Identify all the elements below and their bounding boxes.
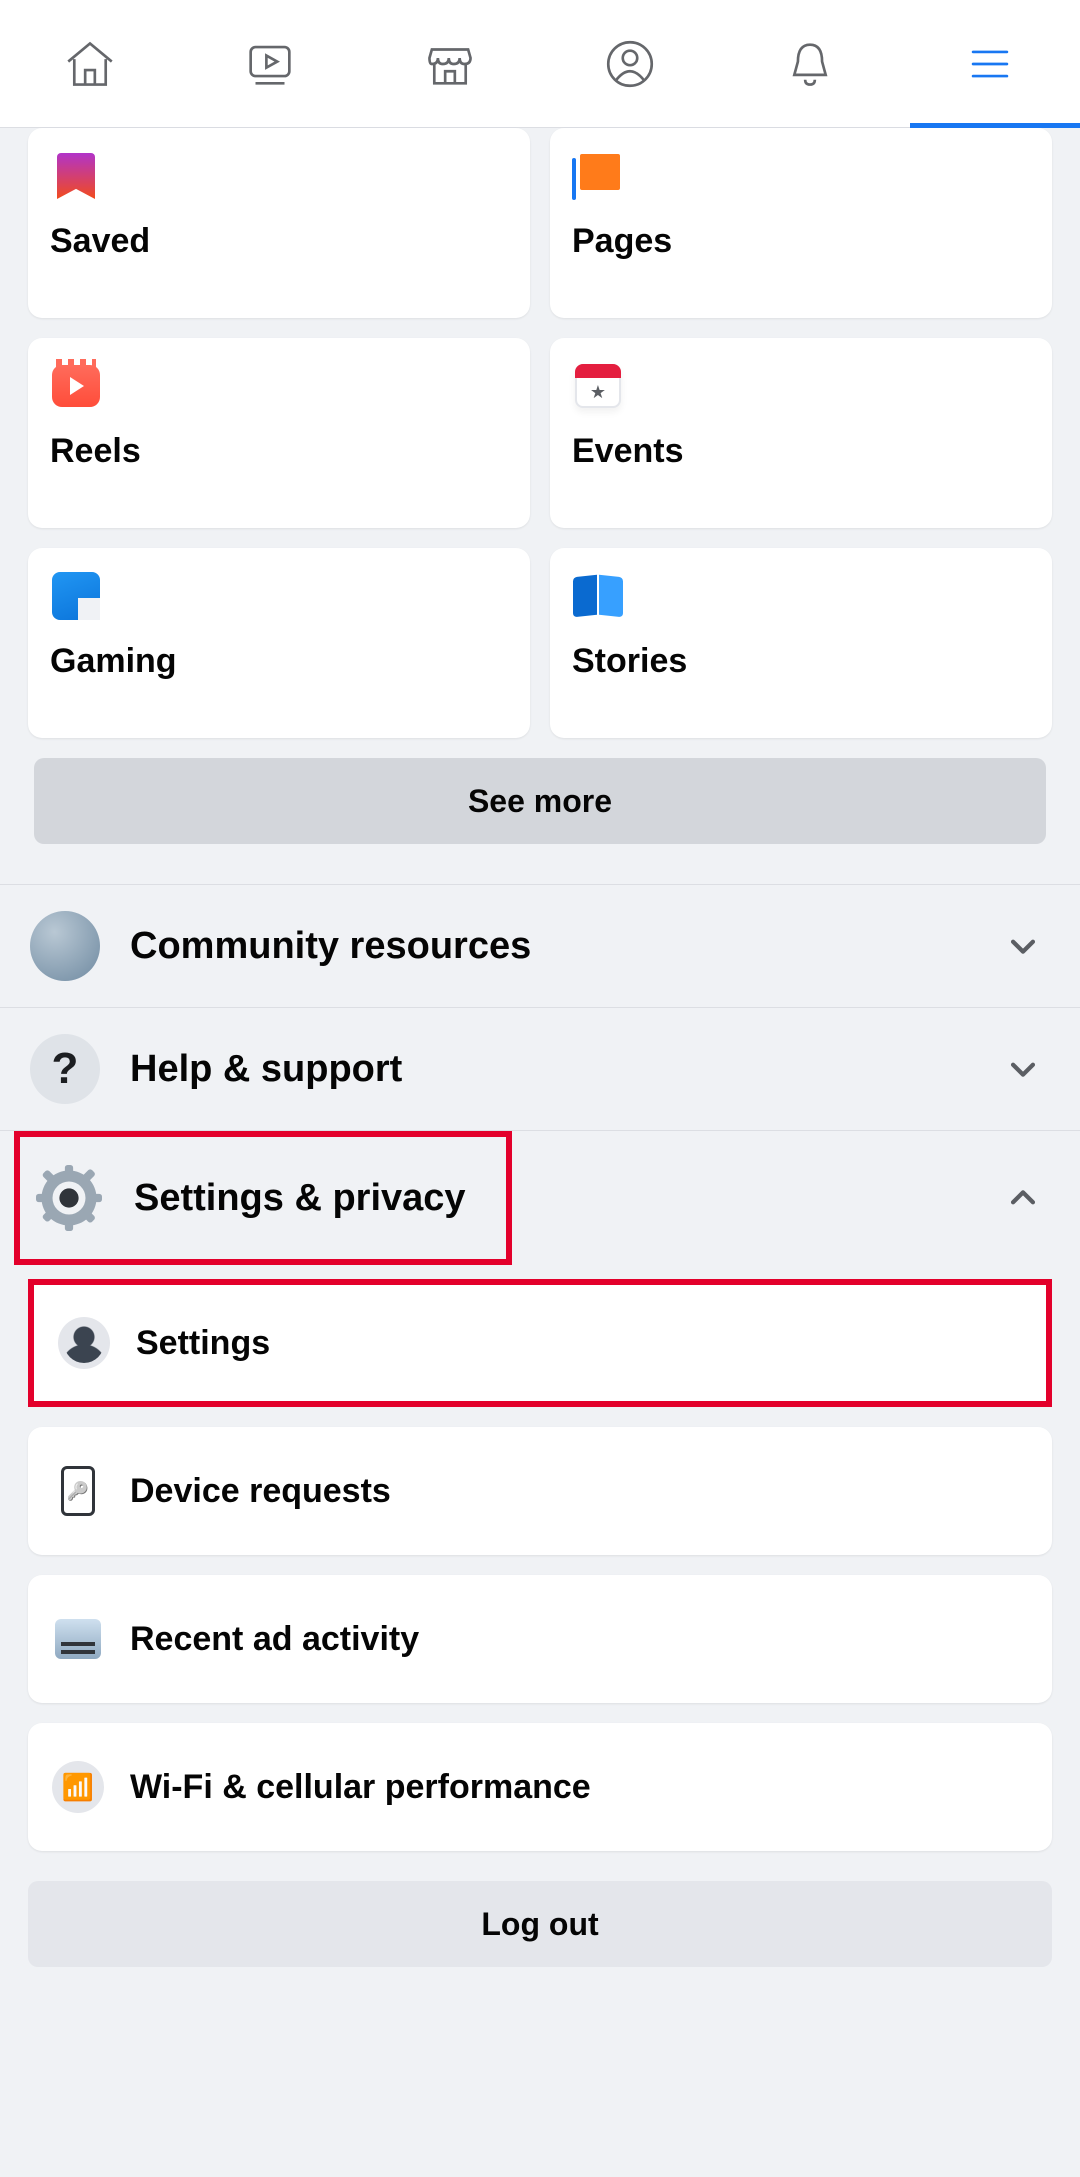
wifi-icon [52,1761,104,1813]
subitem-wifi-performance[interactable]: Wi-Fi & cellular performance [28,1723,1052,1851]
shortcut-label: Reels [50,432,508,471]
gear-icon [34,1163,104,1233]
section-header-help[interactable]: ? Help & support [0,1008,1080,1130]
shortcut-label: Stories [572,642,1030,681]
shortcut-pages[interactable]: Pages [550,128,1052,318]
top-nav [0,0,1080,128]
shortcut-label: Gaming [50,642,508,681]
nav-tab-menu[interactable] [900,0,1080,127]
device-icon [52,1465,104,1517]
section-label: Community resources [130,925,976,968]
shortcut-label: Pages [572,222,1030,261]
settings-subitems: Settings Device requests Recent ad activ… [0,1265,1080,1851]
reels-icon [50,360,102,412]
shortcut-gaming[interactable]: Gaming [28,548,530,738]
chevron-up-icon [1006,1181,1040,1215]
shortcut-saved[interactable]: Saved [28,128,530,318]
nav-tab-profile[interactable] [540,0,720,127]
section-help: ? Help & support [0,1007,1080,1130]
shortcut-grid: Saved Pages Reels Events Gaming Stories [0,128,1080,738]
question-icon: ? [30,1034,100,1104]
hamburger-icon [961,35,1019,93]
nav-tab-notifications[interactable] [720,0,900,127]
shortcut-events[interactable]: Events [550,338,1052,528]
home-icon [61,35,119,93]
chevron-down-icon [1006,1052,1040,1086]
logout-button[interactable]: Log out [28,1881,1052,1967]
see-more-button[interactable]: See more [34,758,1046,844]
profile-icon [601,35,659,93]
shortcut-stories[interactable]: Stories [550,548,1052,738]
shortcut-label: Events [572,432,1030,471]
subitem-label: Recent ad activity [130,1620,419,1659]
section-header-community[interactable]: Community resources [0,885,1080,1007]
subitem-label: Settings [136,1324,270,1363]
section-settings-privacy: Settings & privacy Settings Device reque… [0,1130,1080,1851]
section-label: Settings & privacy [134,1177,466,1220]
highlight-settings-header: Settings & privacy [14,1131,512,1265]
subitem-device-requests[interactable]: Device requests [28,1427,1052,1555]
logout-label: Log out [481,1906,598,1943]
nav-tab-video[interactable] [180,0,360,127]
events-icon [572,360,624,412]
nav-tab-marketplace[interactable] [360,0,540,127]
nav-tab-home[interactable] [0,0,180,127]
shortcut-reels[interactable]: Reels [28,338,530,528]
section-label: Help & support [130,1048,976,1091]
pages-icon [572,150,624,202]
ad-activity-icon [52,1613,104,1665]
subitem-settings[interactable]: Settings [28,1279,1052,1407]
stories-icon [572,570,624,622]
saved-icon [50,150,102,202]
shortcut-label: Saved [50,222,508,261]
chevron-down-icon [1006,929,1040,963]
section-community: Community resources [0,884,1080,1007]
subitem-label: Device requests [130,1472,391,1511]
see-more-label: See more [468,783,612,820]
handshake-icon [30,911,100,981]
subitem-label: Wi-Fi & cellular performance [130,1768,591,1807]
video-icon [241,35,299,93]
bell-icon [781,35,839,93]
settings-avatar-icon [58,1317,110,1369]
section-header-settings-privacy[interactable]: Settings & privacy [20,1137,476,1259]
gaming-icon [50,570,102,622]
marketplace-icon [421,35,479,93]
subitem-recent-ad-activity[interactable]: Recent ad activity [28,1575,1052,1703]
